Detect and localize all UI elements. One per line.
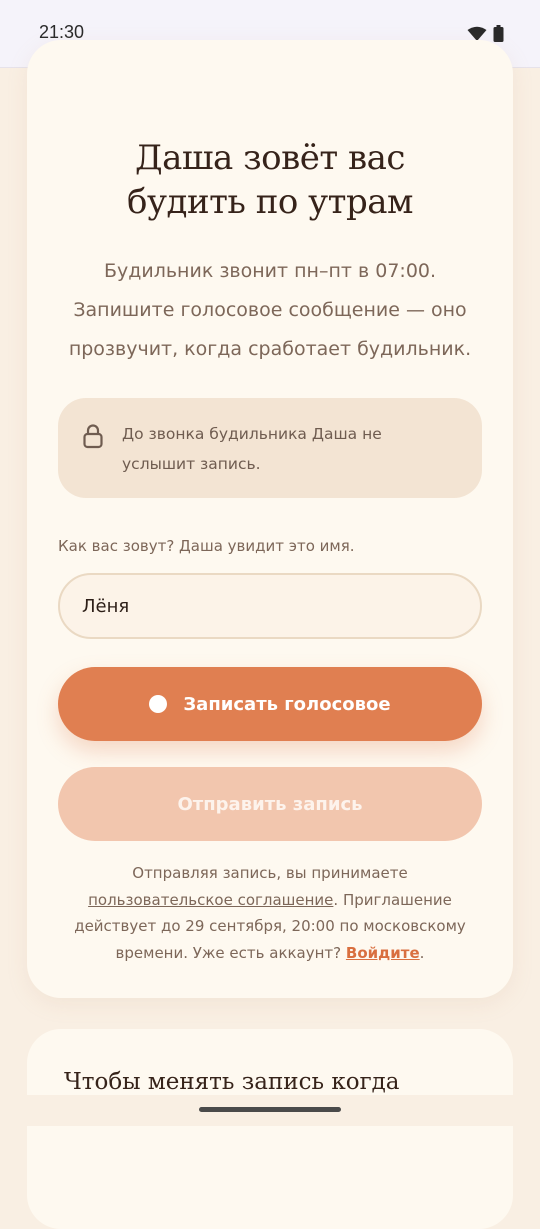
privacy-notice: До звонка будильника Даша не услышит зап… [58, 398, 482, 498]
record-voice-button[interactable]: Записать голосовое [58, 667, 482, 741]
title-line-2: будить по утрам [127, 182, 413, 222]
lock-icon [82, 423, 104, 453]
edit-recording-card: Чтобы менять запись когда [27, 1029, 513, 1229]
legal-suffix: . [419, 943, 425, 962]
record-dot-icon [149, 695, 168, 713]
edit-recording-title: Чтобы менять запись когда [64, 1069, 400, 1095]
login-link[interactable]: Войдите [346, 944, 420, 962]
title-line-1: Даша зовёт вас [135, 138, 405, 178]
send-recording-button[interactable]: Отправить запись [58, 767, 482, 841]
alarm-description: Будильник звонит пн–пт в 07:00. Запишите… [68, 260, 472, 360]
name-field-label: Как вас зовут? Даша увидит это имя. [58, 537, 355, 555]
legal-text: Отправляя запись, вы принимаете пользоват… [51, 860, 489, 966]
legal-prefix: Отправляя запись, вы принимаете [132, 864, 408, 882]
home-indicator[interactable] [199, 1107, 341, 1112]
terms-link[interactable]: пользовательское соглашение [88, 891, 333, 909]
name-input[interactable] [58, 573, 482, 639]
page-title: Даша зовёт вас будить по утрам [27, 136, 513, 224]
invite-card: Даша зовёт вас будить по утрам Будильник… [27, 40, 513, 998]
record-voice-label: Записать голосовое [183, 693, 391, 715]
privacy-notice-text: До звонка будильника Даша не услышит зап… [122, 425, 382, 473]
